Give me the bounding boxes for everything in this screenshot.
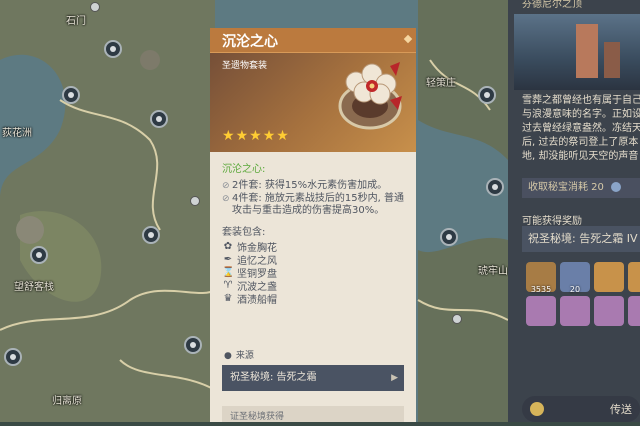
- resin-icon: [611, 182, 622, 192]
- description-line: 与浪漫意味的名字。正如设: [522, 109, 640, 120]
- reward-item-artifact[interactable]: [526, 296, 556, 326]
- domain-description: 雪葬之都曾经也有属于自己 与浪漫意味的名字。正如设 过去曾经绿意盎然。冻结天 后…: [522, 94, 640, 164]
- teleport-waypoint-icon[interactable]: [30, 246, 48, 264]
- reward-count: 3535: [530, 285, 552, 294]
- teleport-waypoint-icon[interactable]: [478, 86, 496, 104]
- resin-cost: 收取秘宝消耗 20: [522, 178, 640, 198]
- description-line: 过去曾经绿意盎然。冻结天: [522, 123, 640, 134]
- set-bonus-2pc: ⊘ 2件套: 获得15%水元素伤害加成。: [222, 180, 408, 192]
- reward-item-artifact[interactable]: [628, 296, 640, 326]
- star-icon: ★: [262, 128, 276, 144]
- locate-icon[interactable]: [530, 402, 544, 416]
- set-name-heading: 沉沦之心:: [222, 164, 266, 175]
- map-label-qingce: 轻策庄: [426, 78, 456, 89]
- source-heading: ● 来源: [224, 348, 254, 361]
- star-icon: ★: [222, 128, 235, 144]
- domain-detail-panel: 芬德尼尔之顶 雪葬之都曾经也有属于自己 与浪漫意味的名字。正如设 过去曾经绿意盎…: [508, 0, 640, 422]
- map-label-guili-plains: 归离原: [52, 396, 82, 407]
- teleport-waypoint-icon[interactable]: [440, 228, 458, 246]
- corner-ornament-icon: [403, 34, 413, 44]
- set-piece-circlet: ♛ 酒渍船帽: [222, 292, 408, 306]
- source-next-item[interactable]: 证圣秘境获得: [222, 406, 404, 422]
- map-label-wangshu-inn: 望舒客栈: [14, 282, 54, 293]
- star-icon: ★: [249, 128, 262, 144]
- teleport-waypoint-icon[interactable]: [150, 110, 168, 128]
- teleport-button[interactable]: 传送: [610, 401, 632, 417]
- rewards-title: 可能获得奖励: [522, 216, 582, 227]
- flower-icon: ✿: [223, 241, 233, 252]
- description-line: 雪葬之都曾经也有属于自己: [522, 95, 640, 106]
- card-title-bar: 沉沦之心: [210, 28, 416, 53]
- map-label-hulao: 琥牢山: [478, 266, 508, 277]
- chevron-right-icon: ▶: [391, 373, 398, 383]
- set-bonus-text: 4件套: 施放元素战技后的15秒内, 普通攻击与重击造成的伤害提高30%。: [232, 193, 404, 216]
- domain-icon[interactable]: [452, 314, 462, 324]
- hourglass-icon: ⌛: [222, 267, 235, 278]
- artifact-set-card: 沉沦之心 圣遗物套装 ★★★★★ 沉沦之心: ⊘ 2件套: 获得15%水元素伤害…: [210, 28, 416, 422]
- map-label-dihuazhou: 荻花洲: [2, 128, 32, 139]
- reward-item-artifact[interactable]: [594, 296, 624, 326]
- set-bonus-4pc: ⊘ 4件套: 施放元素战技后的15秒内, 普通攻击与重击造成的伤害提高30%。: [222, 193, 408, 217]
- artifact-flower-image: [338, 62, 402, 130]
- teleport-bar: 传送: [522, 396, 640, 422]
- artifact-set-title: 沉沦之心: [222, 34, 278, 50]
- star-icon: ★: [235, 128, 249, 144]
- resin-cost-label: 收取秘宝消耗 20: [528, 182, 604, 193]
- teleport-waypoint-icon[interactable]: [104, 40, 122, 58]
- source-domain-label: 祝圣秘境: 告死之霜: [230, 372, 317, 383]
- reward-item-artifact[interactable]: [594, 262, 624, 292]
- map-label-shimen: 石门: [66, 16, 86, 27]
- reward-item-mora[interactable]: 3535: [526, 262, 556, 294]
- description-line: 地, 却没能听见天空的声音: [522, 151, 639, 162]
- teleport-waypoint-icon[interactable]: [4, 348, 22, 366]
- piece-label: 酒渍船帽: [237, 295, 277, 306]
- set-contents-heading: 套装包含:: [222, 227, 266, 238]
- teleport-waypoint-icon[interactable]: [142, 226, 160, 244]
- domain-preview-image: [514, 14, 640, 90]
- teleport-waypoint-icon[interactable]: [62, 86, 80, 104]
- domain-level-selector[interactable]: 祝圣秘境: 告死之霜 IV: [522, 226, 640, 252]
- reward-item-artifact[interactable]: [560, 296, 590, 326]
- set-bonus-text: 2件套: 获得15%水元素伤害加成。: [232, 180, 388, 191]
- teleport-waypoint-icon[interactable]: [184, 336, 202, 354]
- source-title: 来源: [235, 351, 254, 361]
- location-pin-icon: ●: [224, 351, 232, 361]
- card-header: 沉沦之心 圣遗物套装 ★★★★★: [210, 28, 416, 152]
- card-body: 沉沦之心: ⊘ 2件套: 获得15%水元素伤害加成。 ⊘ 4件套: 施放元素战技…: [222, 160, 408, 306]
- rarity-stars: ★★★★★: [222, 125, 290, 144]
- inactive-bonus-icon: ⊘: [222, 194, 230, 204]
- inactive-bonus-icon: ⊘: [222, 181, 230, 191]
- reward-count: 20: [569, 285, 581, 294]
- domain-title: 芬德尼尔之顶: [522, 0, 582, 10]
- reward-item-exp[interactable]: 20: [560, 262, 590, 294]
- goblet-icon: ♈: [223, 280, 233, 291]
- star-icon: ★: [276, 128, 289, 144]
- statue-icon[interactable]: [90, 2, 100, 12]
- domain-icon[interactable]: [190, 196, 200, 206]
- teleport-waypoint-icon[interactable]: [486, 178, 504, 196]
- crown-icon: ♛: [223, 293, 233, 304]
- source-next-label: 证圣秘境获得: [230, 412, 285, 422]
- description-line: 后, 过去的祭司登上了原本: [522, 137, 639, 148]
- artifact-type-label: 圣遗物套装: [222, 61, 268, 71]
- source-domain-button[interactable]: 祝圣秘境: 告死之霜 ▶: [222, 365, 404, 391]
- reward-item-artifact[interactable]: [628, 262, 640, 292]
- feather-icon: ✒: [223, 254, 233, 265]
